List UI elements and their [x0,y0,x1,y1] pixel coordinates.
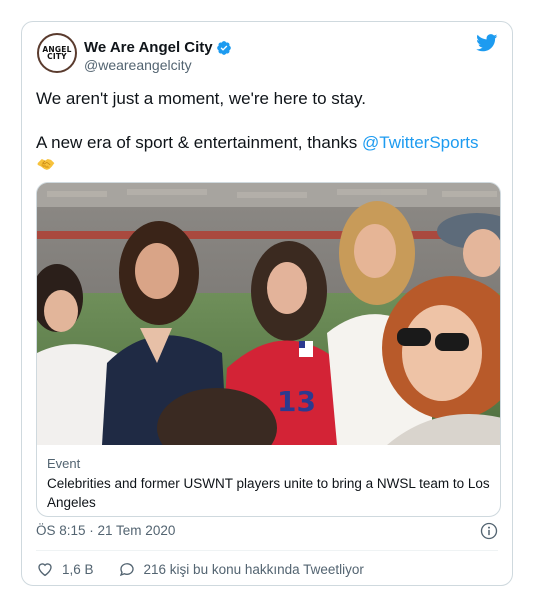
timestamp[interactable]: ÖS 8:15 · 21 Tem 2020 [36,523,175,538]
tweet-card[interactable]: ANGEL CITY We Are Angel City @weareangel… [21,21,513,586]
tweet-emoji-line [36,154,498,176]
tweet-text-line1: We aren't just a moment, we're here to s… [36,89,366,108]
jersey-number: 13 [277,385,316,418]
discussion-text: 216 kişi bu konu hakkında Tweetliyor [143,561,364,577]
heart-icon [38,563,52,577]
speech-bubble-icon [119,563,134,577]
display-name-row[interactable]: We Are Angel City [84,39,232,56]
verified-badge-icon [216,40,231,55]
like-button[interactable]: 1,6 B [36,560,94,578]
like-count: 1,6 B [62,561,94,577]
discussion-button[interactable]: 216 kişi bu konu hakkında Tweetliyor [118,560,364,578]
twitter-bird-icon[interactable] [476,34,498,52]
handshake-emoji [37,159,55,170]
mention-link[interactable]: @TwitterSports [362,133,478,152]
display-name[interactable]: We Are Angel City [84,39,213,56]
divider [36,550,498,551]
action-bar: 1,6 B 216 kişi bu konu hakkında Tweetliy… [36,560,364,578]
card-kind: Event [47,456,81,471]
avatar-text-bottom: CITY [47,52,67,61]
info-icon[interactable] [480,522,498,540]
handle[interactable]: @weareangelcity [84,57,192,73]
tweet-text-prefix: A new era of sport & entertainment, than… [36,133,363,152]
media-card[interactable]: 13 Event Celebrities and former USWNT pl… [36,182,501,517]
card-meta[interactable]: Event Celebrities and former USWNT playe… [47,455,492,512]
avatar[interactable]: ANGEL CITY [37,33,77,73]
tweet-text: We aren't just a moment, we're here to s… [36,88,498,176]
event-photo[interactable]: 13 [37,183,501,445]
card-title[interactable]: Celebrities and former USWNT players uni… [47,474,492,512]
tweet-text-line2: A new era of sport & entertainment, than… [36,132,498,154]
